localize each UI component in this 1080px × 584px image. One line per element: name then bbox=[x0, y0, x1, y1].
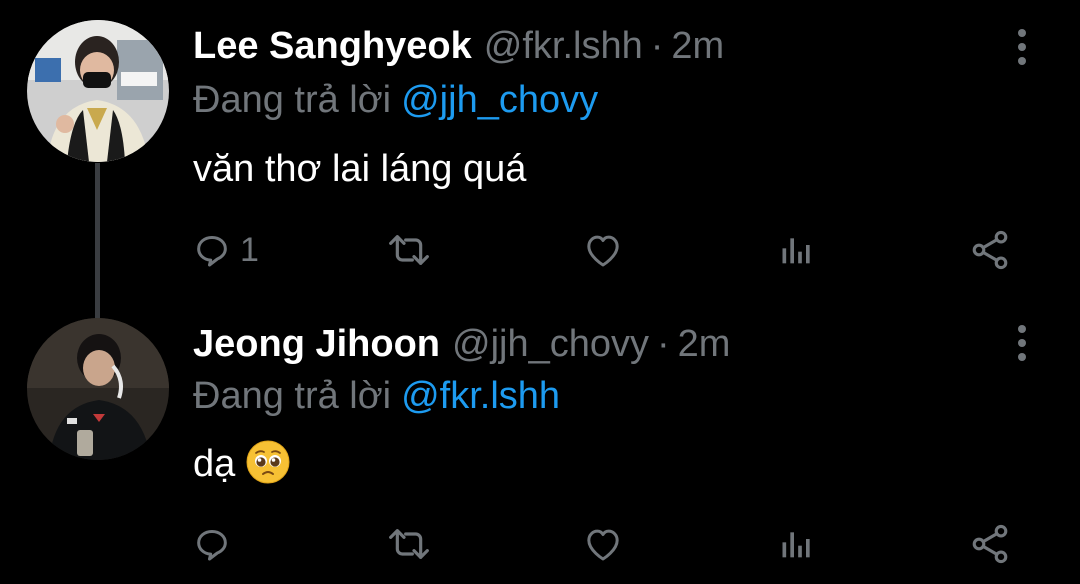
tweet-lee-sanghyeok[interactable]: Lee Sanghyeok @fkr.lshh · 2m Đang trả lờ… bbox=[0, 0, 1080, 319]
retweet-button[interactable] bbox=[384, 516, 434, 572]
tweet-text-content: dạ bbox=[193, 443, 236, 485]
share-button[interactable] bbox=[968, 222, 1012, 278]
reply-icon bbox=[197, 530, 227, 561]
mention-link[interactable]: @fkr.lshh bbox=[401, 375, 560, 417]
avatar-image bbox=[27, 20, 169, 162]
views-button[interactable] bbox=[775, 222, 815, 278]
action-bar: 1 bbox=[0, 222, 1080, 278]
tweet-jeong-jihoon[interactable]: Jeong Jihoon @jjh_chovy · 2m Đang trả lờ… bbox=[0, 300, 1080, 584]
tweet-header: Lee Sanghyeok @fkr.lshh · 2m bbox=[193, 20, 724, 72]
action-bar bbox=[0, 516, 1080, 572]
reply-button[interactable]: 1 bbox=[192, 222, 259, 278]
share-button[interactable] bbox=[968, 516, 1012, 572]
avatar[interactable] bbox=[27, 20, 169, 162]
replying-to-label: Đang trả lời bbox=[193, 375, 392, 417]
views-icon bbox=[782, 532, 810, 558]
author-handle[interactable]: @jjh_chovy bbox=[452, 318, 649, 370]
retweet-icon bbox=[389, 529, 429, 559]
separator: · bbox=[650, 25, 664, 67]
more-icon[interactable] bbox=[1008, 323, 1036, 363]
views-button[interactable] bbox=[775, 516, 815, 572]
replying-to: Đang trả lời @jjh_chovy bbox=[193, 74, 598, 126]
avatar[interactable] bbox=[27, 318, 169, 460]
avatar-image bbox=[27, 318, 169, 460]
timestamp[interactable]: 2m bbox=[671, 20, 724, 72]
replying-to: Đang trả lời @fkr.lshh bbox=[193, 370, 560, 422]
timestamp[interactable]: 2m bbox=[678, 318, 731, 370]
share-icon bbox=[972, 524, 1008, 564]
reply-count: 1 bbox=[240, 230, 259, 269]
like-button[interactable] bbox=[581, 516, 625, 572]
author-name[interactable]: Jeong Jihoon bbox=[193, 318, 440, 370]
mention-link[interactable]: @jjh_chovy bbox=[401, 79, 598, 121]
tweet-text: dạ bbox=[193, 438, 291, 490]
like-button[interactable] bbox=[581, 222, 625, 278]
retweet-icon bbox=[389, 235, 429, 265]
more-icon[interactable] bbox=[1008, 27, 1036, 67]
tweet-header: Jeong Jihoon @jjh_chovy · 2m bbox=[193, 318, 730, 370]
tweet-text: văn thơ lai láng quá bbox=[193, 148, 527, 190]
like-icon bbox=[587, 529, 619, 561]
retweet-button[interactable] bbox=[384, 222, 434, 278]
replying-to-label: Đang trả lời bbox=[193, 79, 392, 121]
reply-icon bbox=[197, 236, 227, 267]
author-handle[interactable]: @fkr.lshh bbox=[484, 20, 643, 72]
like-icon bbox=[587, 235, 619, 267]
pleading-face-emoji bbox=[246, 440, 290, 484]
views-icon bbox=[782, 238, 810, 264]
share-icon bbox=[972, 230, 1008, 270]
separator: · bbox=[657, 323, 670, 365]
author-name[interactable]: Lee Sanghyeok bbox=[193, 20, 472, 72]
reply-button[interactable] bbox=[192, 516, 240, 572]
